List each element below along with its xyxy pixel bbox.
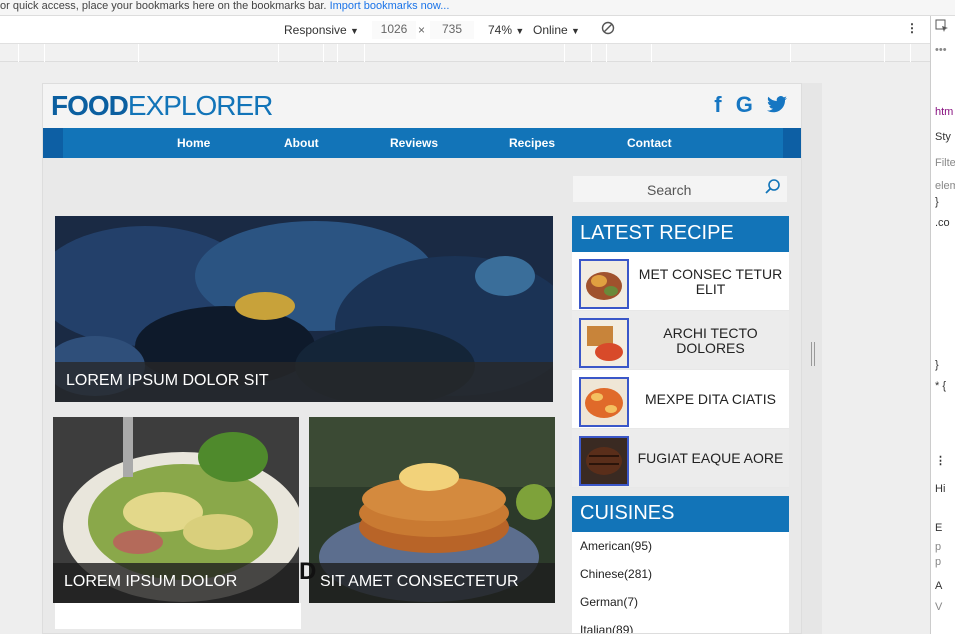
recipe-title: ARCHI TECTO DOLORES [663, 324, 758, 356]
style-line: } [935, 359, 939, 371]
filter-input[interactable]: Filte [935, 157, 955, 169]
width-input[interactable]: 1026 [372, 21, 416, 39]
nav-home[interactable]: Home [177, 136, 210, 150]
device-label: Responsive [284, 23, 347, 37]
chevron-down-icon: ▼ [515, 26, 525, 36]
recipe-title: MET CONSEC TETUR ELIT [638, 265, 783, 297]
recipe-thumbnail [579, 436, 629, 486]
recipe-thumbnail [579, 318, 629, 368]
cuisine-link[interactable]: Chinese(281) [572, 560, 789, 588]
device-toolbar: Responsive ▼ 1026 × 735 74% ▼ Online ▼ ⋮ [0, 16, 930, 44]
bookmarks-hint: or quick access, place your bookmarks he… [0, 0, 327, 12]
cuisines-list: American(95) Chinese(281) German(7) Ital… [572, 532, 789, 633]
card-gap-letter: D [299, 558, 317, 585]
device-select[interactable]: Responsive ▼ [284, 23, 359, 37]
recipe-title: MEXPE DITA CIATIS [645, 391, 776, 407]
style-line: } [935, 196, 939, 208]
facebook-icon[interactable]: f [714, 92, 721, 117]
logo-thin: EXPLORER [127, 90, 273, 121]
emulated-page: FOODEXPLORER f G Home About Reviews Reci… [42, 83, 802, 634]
zoom-select[interactable]: 74% ▼ [488, 23, 524, 37]
twitter-icon[interactable] [767, 92, 787, 117]
panel-line: p [935, 541, 942, 553]
style-line: * { [935, 380, 947, 392]
nav-recipes[interactable]: Recipes [509, 136, 555, 150]
nav-reviews[interactable]: Reviews [390, 136, 438, 150]
dom-breadcrumb[interactable]: htm [935, 106, 953, 118]
chevron-down-icon: ▼ [571, 26, 580, 36]
panel-line: A [935, 580, 943, 592]
dimension-separator: × [418, 23, 426, 37]
cuisine-link[interactable]: American(95) [572, 532, 789, 560]
media-query-ruler [0, 44, 930, 62]
card-pancakes-caption: SIT AMET CONSECTETUR [309, 563, 555, 603]
style-line: .co [935, 217, 950, 229]
panel-line: E [935, 522, 943, 534]
panel-line: V [935, 601, 943, 613]
recipe-thumbnail [579, 377, 629, 427]
rotate-icon[interactable] [601, 21, 615, 38]
google-icon[interactable]: G [736, 92, 753, 117]
cuisines-heading: CUISINES [572, 496, 789, 532]
network-label: Online [533, 23, 568, 37]
inspect-icon[interactable] [935, 19, 949, 36]
main-nav: Home About Reviews Recipes Contact [43, 128, 801, 158]
import-bookmarks-link[interactable]: Import bookmarks now... [330, 0, 450, 12]
social-links: f G [706, 92, 787, 118]
nav-contact[interactable]: Contact [627, 136, 672, 150]
devtools-panel: ••• htm Sty Filte elem } .co } * { ⋮ Hi … [930, 16, 955, 634]
search-box[interactable]: Search [573, 176, 787, 202]
chevron-down-icon: ▼ [350, 26, 359, 36]
more-vertical-icon[interactable]: ⋮ [935, 454, 946, 467]
feature-card-pancakes[interactable]: SIT AMET CONSECTETUR [309, 417, 555, 603]
styles-tab[interactable]: Sty [935, 131, 951, 143]
resize-handle[interactable] [811, 342, 815, 366]
zoom-label: 74% [488, 23, 513, 37]
recipe-item[interactable]: FUGIAT EAQUE AORE [572, 429, 789, 488]
site-logo[interactable]: FOODEXPLORER [51, 90, 273, 122]
feature-card-salad[interactable]: LOREM IPSUM DOLOR [53, 417, 299, 603]
height-input[interactable]: 735 [430, 21, 474, 39]
sidebar: LATEST RECIPE MET CONSEC TETUR ELIT ARCH… [572, 216, 789, 633]
card-footer-strip [55, 603, 301, 629]
cuisine-link[interactable]: Italian(89) [572, 616, 789, 633]
more-vertical-icon[interactable]: ⋮ [906, 21, 918, 35]
card-salad-caption: LOREM IPSUM DOLOR [53, 563, 299, 603]
recipe-item[interactable]: MET CONSEC TETUR ELIT [572, 252, 789, 311]
search-icon[interactable] [765, 178, 781, 199]
search-input[interactable]: Search [647, 182, 691, 198]
recipe-title: FUGIAT EAQUE AORE [637, 450, 784, 466]
latest-recipe-heading: LATEST RECIPE [572, 216, 789, 252]
history-tab[interactable]: Hi [935, 483, 945, 495]
logo-bold: FOOD [51, 90, 129, 121]
style-line: elem [935, 180, 955, 192]
panel-line: p [935, 556, 942, 568]
network-throttle-select[interactable]: Online ▼ [533, 23, 580, 37]
recipe-item[interactable]: ARCHI TECTO DOLORES [572, 311, 789, 370]
hero-caption: LOREM IPSUM DOLOR SIT [55, 362, 553, 402]
sidebar-spacer [572, 488, 789, 496]
bookmarks-bar: or quick access, place your bookmarks he… [0, 0, 955, 16]
recipe-thumbnail [579, 259, 629, 309]
nav-about[interactable]: About [284, 136, 319, 150]
more-horizontal-icon[interactable]: ••• [935, 44, 947, 56]
hero-image[interactable]: LOREM IPSUM DOLOR SIT [55, 216, 553, 402]
recipe-item[interactable]: MEXPE DITA CIATIS [572, 370, 789, 429]
cuisine-link[interactable]: German(7) [572, 588, 789, 616]
